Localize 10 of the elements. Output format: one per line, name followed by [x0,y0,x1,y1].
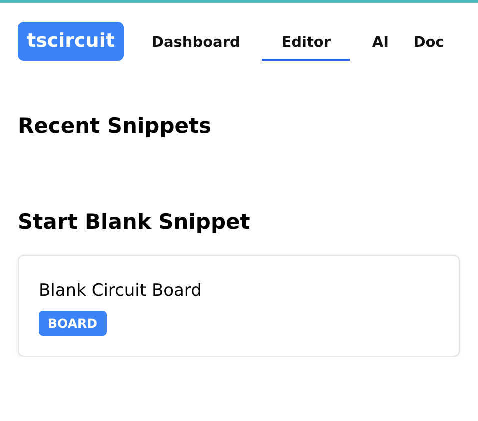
section-heading: Recent Snippets [18,113,213,140]
nav-tab[interactable]: Editor [262,27,350,61]
nav-tab[interactable]: Doc [410,27,447,61]
nav-tab[interactable]: AI [372,27,389,61]
logo[interactable]: tscircuit [18,22,124,60]
card-title: Blank Circuit Board [39,280,203,303]
snippet-card[interactable]: Blank Circuit Board BOARD [18,255,460,357]
nav-tab[interactable]: Dashboard [152,27,240,61]
section-heading: Start Blank Snippet [18,209,252,236]
tag-label: BOARD [39,311,106,336]
